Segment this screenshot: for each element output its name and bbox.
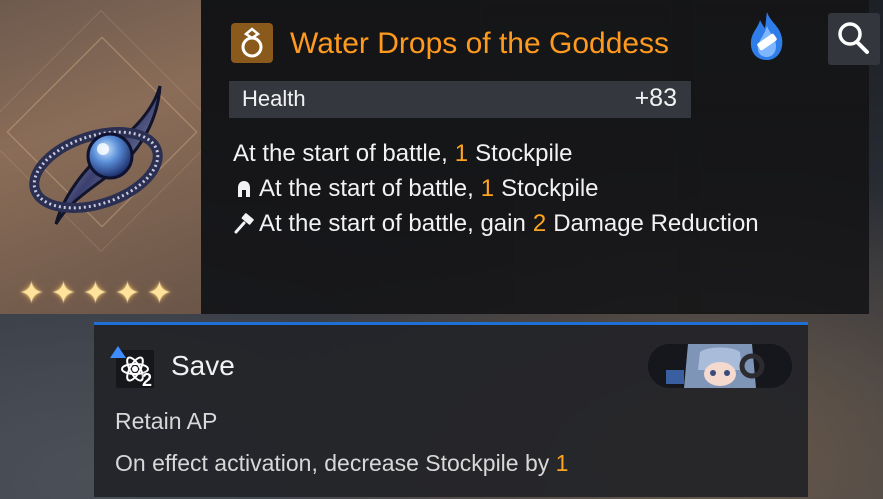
item-portrait: ✦ ✦ ✦ ✦ ✦ <box>0 0 201 314</box>
upgrade-triangle-icon <box>110 346 126 358</box>
magnifier-icon <box>838 22 869 54</box>
stat-row: Health +83 <box>229 81 691 118</box>
skill-level: 2 <box>142 370 153 390</box>
skill-tooltip: 2 Save Retain AP On effect activation, d… <box>94 322 808 497</box>
effect-text: At the start of battle, gain <box>259 210 526 237</box>
skill-line: Retain AP <box>115 408 217 435</box>
effect-text: At the start of battle, <box>233 140 448 167</box>
item-tooltip: ✦ ✦ ✦ ✦ ✦ Water Drops of the Goddess Hea… <box>0 0 880 314</box>
skill-text: On effect activation, decrease Stockpile… <box>115 450 550 476</box>
effect-text: Damage Reduction <box>553 210 759 237</box>
effect-number: 1 <box>480 175 495 202</box>
effect-number: 2 <box>532 210 547 237</box>
spirit-flame-icon <box>744 8 790 64</box>
character-portrait <box>648 344 792 388</box>
skill-number: 1 <box>555 450 569 476</box>
effect-line: At the start of battle, 1 Stockpile <box>233 139 573 169</box>
stat-value: +83 <box>634 84 677 112</box>
skill-text: Retain AP <box>115 408 218 434</box>
star-icon: ✦ <box>50 277 77 310</box>
star-icon: ✦ <box>146 277 173 310</box>
star-icon: ✦ <box>82 277 109 310</box>
stat-label: Health <box>242 86 306 111</box>
item-title: Water Drops of the Goddess <box>290 27 670 60</box>
star-icon: ✦ <box>114 277 141 310</box>
rarity-stars: ✦ ✦ ✦ ✦ ✦ <box>16 278 175 309</box>
effect-line: At the start of battle, gain 2 Damage Re… <box>233 209 759 239</box>
effect-line: At the start of battle, 1 Stockpile <box>233 174 599 204</box>
star-icon: ✦ <box>18 277 45 310</box>
effect-text: Stockpile <box>475 140 573 167</box>
helmet-icon <box>233 178 255 200</box>
zoom-button[interactable] <box>828 13 880 65</box>
relic-image <box>29 85 163 225</box>
skill-line: On effect activation, decrease Stockpile… <box>115 450 568 477</box>
effect-text: Stockpile <box>501 175 599 202</box>
skill-name: Save <box>171 350 235 381</box>
effect-text: At the start of battle, <box>259 175 474 202</box>
ring-icon <box>231 23 273 63</box>
effect-number: 1 <box>454 140 469 167</box>
hammer-icon <box>233 213 255 235</box>
